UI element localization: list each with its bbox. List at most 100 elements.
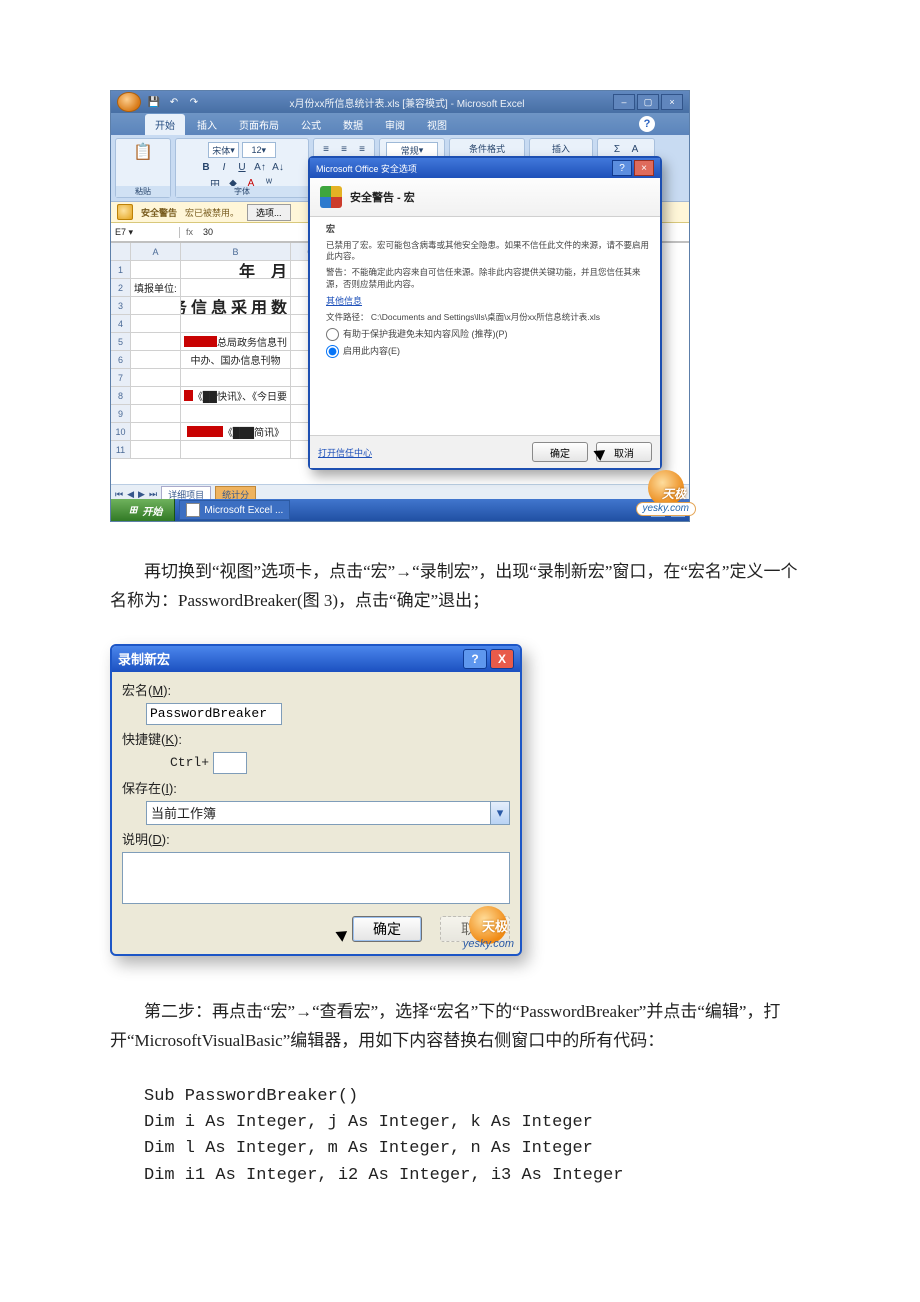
cell[interactable] [131,423,181,441]
italic-icon[interactable]: I [217,160,231,174]
row-header[interactable]: 1 [111,261,131,279]
cell[interactable]: 政 务 信 息 采 用 数 [181,297,291,315]
align-left-icon[interactable]: ≡ [319,142,333,156]
cell[interactable] [131,441,181,459]
dialog-help-button[interactable]: ? [612,160,632,176]
cell[interactable] [181,405,291,423]
font-grow-icon[interactable]: A↑ [253,160,267,174]
office-button-icon[interactable] [117,92,141,112]
sheet-nav-prev-icon[interactable]: ◀ [127,489,134,500]
dialog-close-button[interactable]: × [634,160,654,176]
font-size-select[interactable]: 12 ▾ [242,142,276,158]
undo-icon[interactable]: ↶ [167,95,181,109]
minimize-button[interactable]: – [613,94,635,110]
macro-name-input[interactable] [146,703,282,725]
cell[interactable] [131,351,181,369]
cell[interactable] [131,261,181,279]
store-in-select[interactable]: 当前工作簿 ▾ [146,801,510,825]
cell[interactable] [131,369,181,387]
tab-page-layout[interactable]: 页面布局 [229,114,289,135]
sheet-nav-first-icon[interactable]: ⏮ [115,489,123,500]
cell[interactable] [131,315,181,333]
cell[interactable]: 《██快讯》、《今日要 [181,387,291,405]
cell[interactable]: 中办、国办信息刊物 [181,351,291,369]
option-enable[interactable]: 启用此内容(E) [326,345,650,358]
security-shield-icon [320,186,342,208]
redacted-block [184,390,193,401]
shortcut-key-input[interactable] [213,752,247,774]
cell[interactable]: 年 月 [181,261,291,279]
row-header[interactable]: 9 [111,405,131,423]
tab-review[interactable]: 审阅 [375,114,415,135]
row-header[interactable]: 4 [111,315,131,333]
column-header[interactable]: B [181,243,291,261]
redacted-block [187,426,223,437]
paste-icon[interactable]: 📋 [133,142,153,162]
cell[interactable] [131,405,181,423]
macro-ok-button[interactable]: 确定 [352,916,422,942]
ribbon-group-font: 宋体 ▾ 12 ▾ B I U A↑ A↓ 田 ◆ A ᵂ [175,138,309,198]
cell[interactable] [181,279,291,297]
column-header[interactable]: A [131,243,181,261]
open-trust-center-link[interactable]: 打开信任中心 [318,446,372,459]
select-all-corner[interactable] [111,243,131,261]
cell[interactable] [131,387,181,405]
tab-view[interactable]: 视图 [417,114,457,135]
description-textarea[interactable] [122,852,510,904]
cell[interactable] [131,297,181,315]
close-button[interactable]: × [661,94,683,110]
msgbar-options-button[interactable]: 选项... [247,204,291,221]
row-header[interactable]: 7 [111,369,131,387]
macro-cancel-button[interactable]: 取消 [440,916,510,942]
align-right-icon[interactable]: ≡ [355,142,369,156]
taskbar-item-excel[interactable]: Microsoft Excel ... [179,500,290,520]
font-shrink-icon[interactable]: A↓ [271,160,285,174]
font-name-select[interactable]: 宋体 ▾ [208,142,239,158]
row-header[interactable]: 11 [111,441,131,459]
sort-icon[interactable]: A [628,142,642,156]
maximize-button[interactable]: ▢ [637,94,659,110]
insert-cells-button[interactable]: 插入 [552,142,570,155]
sheet-nav-last-icon[interactable]: ⏭ [149,489,157,500]
cell[interactable]: 总局政务信息刊 [181,333,291,351]
cell[interactable]: 填报单位: [131,279,181,297]
conditional-format-button[interactable]: 条件格式 [469,142,505,155]
row-header[interactable]: 8 [111,387,131,405]
name-box[interactable]: E7 ▾ [111,227,180,238]
row-header[interactable]: 3 [111,297,131,315]
row-header[interactable]: 10 [111,423,131,441]
macro-name-label: 宏名(M): [122,680,510,699]
underline-icon[interactable]: U [235,160,249,174]
row-header[interactable]: 6 [111,351,131,369]
cell[interactable] [181,441,291,459]
tab-data[interactable]: 数据 [333,114,373,135]
help-icon[interactable]: ? [639,116,655,132]
autosum-icon[interactable]: Σ [610,142,624,156]
start-button[interactable]: ⊞ 开始 [111,499,175,521]
option-protect[interactable]: 有助于保护我避免未知内容风险 (推荐)(P) [326,328,650,341]
cell[interactable] [131,333,181,351]
bold-icon[interactable]: B [199,160,213,174]
option-enable-radio[interactable] [326,345,339,358]
body-paragraph-1: 再切换到“视图”选项卡，点击“宏”→“录制宏”，出现“录制新宏”窗口，在“宏名”… [110,558,810,616]
option-protect-radio[interactable] [326,328,339,341]
row-header[interactable]: 2 [111,279,131,297]
sheet-nav-next-icon[interactable]: ▶ [138,489,145,500]
align-center-icon[interactable]: ≡ [337,142,351,156]
tab-home[interactable]: 开始 [145,114,185,135]
redo-icon[interactable]: ↷ [187,95,201,109]
cell[interactable] [181,369,291,387]
msgbar-title: 安全警告 [141,206,177,219]
cell[interactable] [181,315,291,333]
macro-close-button[interactable]: X [490,649,514,669]
tab-insert[interactable]: 插入 [187,114,227,135]
security-ok-button[interactable]: 确定 [532,442,588,462]
macro-help-button[interactable]: ? [463,649,487,669]
row-header[interactable]: 5 [111,333,131,351]
fx-icon[interactable]: fx [180,227,199,237]
more-info-link[interactable]: 其他信息 [326,295,650,308]
tab-formulas[interactable]: 公式 [291,114,331,135]
cell[interactable]: 《███简讯》 [181,423,291,441]
save-icon[interactable]: 💾 [147,95,161,109]
description-label: 说明(D): [122,829,510,848]
